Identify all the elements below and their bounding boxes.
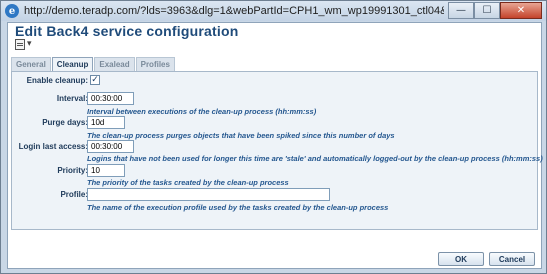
title-bar[interactable]: e http://demo.teradp.com/?lds=3963&dlg=1… [1,1,546,21]
cancel-button[interactable]: Cancel [489,252,535,266]
tab-bar: General Cleanup Exalead Profiles [11,57,176,71]
tab-general[interactable]: General [11,57,51,71]
login-last-access-hint: Logins that have not been used for longe… [87,154,543,163]
interval-hint: Interval between executions of the clean… [87,107,317,116]
purge-days-field[interactable] [87,116,125,129]
tab-exalead[interactable]: Exalead [94,57,135,71]
tab-profiles[interactable]: Profiles [135,57,175,71]
interval-label: Interval: [56,94,88,103]
enable-cleanup-checkbox[interactable]: ✓ [90,75,100,85]
purge-days-label: Purge days: [42,118,88,127]
profile-hint: The name of the execution profile used b… [87,203,389,212]
enable-cleanup-label: Enable cleanup: [26,76,88,85]
login-last-access-field[interactable] [87,140,134,153]
priority-hint: The priority of the tasks created by the… [87,178,289,187]
purge-days-hint: The clean-up process purges objects that… [87,131,395,140]
cleanup-form: Enable cleanup: ✓ Interval: Interval bet… [11,71,543,230]
tab-cleanup[interactable]: Cleanup [51,57,94,71]
maximize-button[interactable]: ☐ [474,2,500,19]
page-title: Edit Back4 service configuration [15,23,239,39]
internet-explorer-icon: e [5,4,19,18]
interval-field[interactable] [87,92,134,105]
chevron-down-icon[interactable]: ▾ [27,38,32,49]
window-controls: — ☐ ✕ [448,2,542,19]
document-icon[interactable] [15,39,25,50]
dialog-content: Edit Back4 service configuration ▾ Gener… [7,22,543,269]
profile-label: Profile: [60,190,88,199]
window-title: http://demo.teradp.com/?lds=3963&dlg=1&w… [24,5,444,17]
login-last-access-label: Login last access: [18,142,88,151]
priority-field[interactable] [87,164,125,177]
dialog-button-bar: OK Cancel [8,250,541,268]
priority-label: Priority: [57,166,88,175]
profile-field[interactable] [87,188,330,201]
minimize-button[interactable]: — [448,2,474,19]
ok-button[interactable]: OK [438,252,484,266]
close-button[interactable]: ✕ [500,2,542,19]
browser-window: e http://demo.teradp.com/?lds=3963&dlg=1… [0,0,547,274]
